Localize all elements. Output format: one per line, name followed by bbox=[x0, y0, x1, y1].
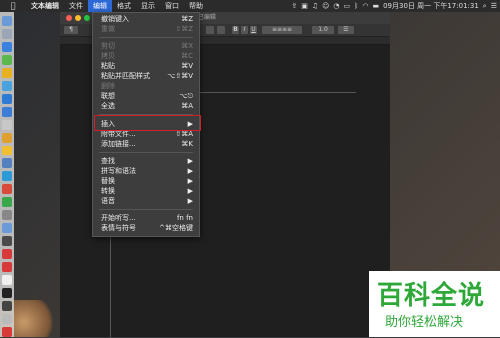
app-icon-8[interactable] bbox=[2, 145, 12, 156]
zoom-icon[interactable] bbox=[84, 15, 90, 21]
app-icon-1[interactable] bbox=[2, 54, 12, 65]
app-icon-19[interactable] bbox=[2, 313, 12, 324]
menu-item-copy: 拷贝 ⌘C bbox=[101, 52, 193, 60]
bell-icon[interactable]: ◔ bbox=[333, 0, 339, 12]
app-icon-3[interactable] bbox=[2, 80, 12, 91]
qq-icon[interactable]: ☺ bbox=[322, 0, 329, 12]
app-icon-9[interactable] bbox=[2, 158, 12, 169]
launchpad-icon[interactable] bbox=[2, 28, 12, 39]
menu-item-paste[interactable]: 粘贴 ⌘V bbox=[93, 61, 199, 71]
app-icon-13[interactable] bbox=[2, 223, 12, 234]
line-spacing-select[interactable]: 1.0 bbox=[312, 26, 334, 34]
annotation-highlight-box bbox=[94, 115, 201, 131]
status-area: ⇪ ▣ ♫ ☺ ◔ ▭ ᛒ ◠ ▬ 09月30日 周一 下午17:01:31 ⌕… bbox=[291, 0, 497, 12]
upload-icon[interactable]: ⇪ bbox=[291, 0, 297, 12]
bluetooth-icon[interactable]: ᛒ bbox=[354, 0, 358, 12]
menu-item-complete[interactable]: 联想 ⌥⎋ bbox=[93, 91, 199, 101]
watermark-subtitle: 助你轻松解决 bbox=[385, 315, 464, 330]
close-icon[interactable] bbox=[66, 15, 72, 21]
app-icon-17[interactable] bbox=[2, 275, 12, 286]
watermark: 百科全说 助你轻松解决 bbox=[369, 271, 500, 337]
italic-button[interactable]: I bbox=[241, 26, 248, 34]
menu-item-select-all[interactable]: 全选 ⌘A bbox=[93, 101, 199, 111]
menu-item-delete: 删除 bbox=[101, 82, 115, 90]
menu-edit[interactable]: 编辑 bbox=[88, 0, 112, 12]
color-swatch[interactable] bbox=[206, 26, 214, 34]
menu-item-start-dictation[interactable]: 开始听写... fn fn bbox=[93, 213, 199, 223]
menu-format[interactable]: 格式 bbox=[112, 0, 136, 12]
watermark-title: 百科全说 bbox=[377, 281, 486, 311]
app-icon-12[interactable] bbox=[2, 210, 12, 221]
wechat-icon[interactable] bbox=[2, 197, 12, 208]
app-icon-4[interactable] bbox=[2, 93, 12, 104]
submenu-arrow-icon: ▶ bbox=[187, 177, 193, 185]
list-select[interactable]: ☰ bbox=[338, 26, 354, 34]
menu-list-icon[interactable]: ☰ bbox=[491, 0, 497, 12]
menu-file[interactable]: 文件 bbox=[64, 0, 88, 12]
app-icon-16[interactable] bbox=[2, 262, 12, 273]
submenu-arrow-icon: ▶ bbox=[187, 187, 193, 195]
menu-item-undo[interactable]: 撤销键入 ⌘Z bbox=[93, 14, 199, 24]
menu-item-add-link[interactable]: 添加链接... ⌘K bbox=[93, 139, 199, 149]
underline-button[interactable]: U bbox=[250, 26, 257, 34]
finder-icon[interactable] bbox=[2, 16, 12, 26]
menu-separator bbox=[99, 209, 193, 210]
menu-item-transformations[interactable]: 转换 ▶ bbox=[93, 186, 199, 196]
menu-item-paste-match-style[interactable]: 粘贴并匹配样式 ⌥⇧⌘V bbox=[93, 71, 199, 81]
submenu-arrow-icon: ▶ bbox=[187, 197, 193, 205]
app-icon-11[interactable] bbox=[2, 184, 12, 195]
minimize-icon[interactable] bbox=[75, 15, 81, 21]
search-icon[interactable]: ⌕ bbox=[483, 0, 487, 12]
terminal-icon[interactable] bbox=[2, 288, 12, 298]
menu-help[interactable]: 帮助 bbox=[184, 0, 208, 12]
music-icon[interactable]: ♫ bbox=[312, 0, 318, 12]
app-icon-10[interactable] bbox=[2, 171, 12, 182]
submenu-arrow-icon: ▶ bbox=[187, 157, 193, 165]
menu-item-emoji-symbols[interactable]: 表情与符号 ^⌘空格键 bbox=[93, 223, 199, 233]
style-select[interactable]: ¶ bbox=[64, 26, 78, 34]
menu-item-speech[interactable]: 语音 ▶ bbox=[93, 196, 199, 206]
box-icon[interactable]: ▣ bbox=[301, 0, 308, 12]
menu-item-spelling[interactable]: 拼写和语法 ▶ bbox=[93, 166, 199, 176]
safari-icon[interactable] bbox=[2, 41, 12, 52]
dock bbox=[0, 12, 14, 337]
menu-item-cut: 剪切 ⌘X bbox=[101, 42, 193, 50]
menu-item-substitutions[interactable]: 替换 ▶ bbox=[93, 176, 199, 186]
app-icon-2[interactable] bbox=[2, 67, 12, 78]
display-icon[interactable]: ▭ bbox=[344, 0, 351, 12]
app-icon-6[interactable] bbox=[2, 119, 12, 130]
app-icon-14[interactable] bbox=[2, 236, 12, 247]
battery-icon[interactable]: ▬ bbox=[372, 0, 379, 12]
app-icon-5[interactable] bbox=[2, 106, 12, 117]
menu-separator bbox=[99, 152, 193, 153]
menu-window[interactable]: 窗口 bbox=[160, 0, 184, 12]
menu-app-name[interactable]: 文本编辑 bbox=[26, 0, 64, 12]
background-swatch[interactable] bbox=[217, 26, 225, 34]
wifi-icon[interactable]: ◠ bbox=[362, 0, 368, 12]
menu-item-find[interactable]: 查找 ▶ bbox=[93, 156, 199, 166]
app-icon-18[interactable] bbox=[2, 300, 12, 311]
menu-bar:  文本编辑 文件 编辑 格式 显示 窗口 帮助 ⇪ ▣ ♫ ☺ ◔ ▭ ᛒ ◠… bbox=[0, 0, 500, 12]
bold-button[interactable]: B bbox=[232, 26, 239, 34]
app-icon-15[interactable] bbox=[2, 249, 12, 260]
apple-icon[interactable]:  bbox=[0, 0, 26, 12]
submenu-arrow-icon: ▶ bbox=[187, 167, 193, 175]
menu-separator bbox=[99, 37, 193, 38]
menu-item-redo: 重做 ⇧⌘Z bbox=[101, 25, 193, 33]
menu-view[interactable]: 显示 bbox=[136, 0, 160, 12]
clock-datetime[interactable]: 09月30日 周一 下午17:01:31 bbox=[383, 0, 479, 12]
app-icon-20[interactable] bbox=[2, 326, 12, 337]
app-icon-7[interactable] bbox=[2, 132, 12, 143]
alignment-buttons[interactable]: ≡≡≡≡ bbox=[262, 26, 302, 34]
